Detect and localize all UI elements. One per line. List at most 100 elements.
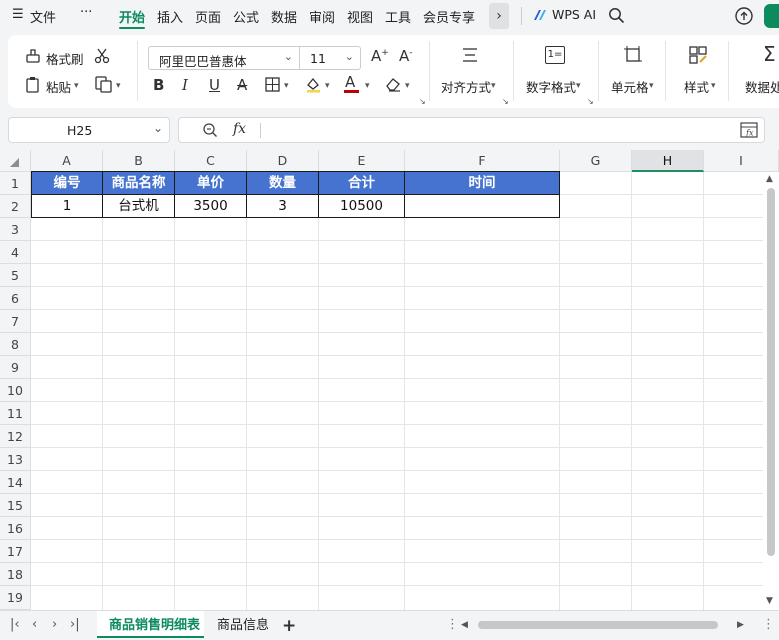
row-header[interactable]: 15 bbox=[0, 494, 31, 517]
data-cell-quantity[interactable]: 3 bbox=[247, 195, 319, 218]
row-header[interactable]: 13 bbox=[0, 448, 31, 471]
eraser-dropdown-icon[interactable]: ▾ bbox=[405, 81, 410, 91]
menu-file[interactable]: 文件 bbox=[30, 7, 56, 26]
paste-button[interactable]: 粘贴 bbox=[46, 77, 71, 96]
font-color-button[interactable]: A bbox=[345, 75, 355, 90]
chevron-down-icon[interactable]: ▾ bbox=[649, 81, 654, 91]
tab-page[interactable]: 页面 bbox=[195, 7, 221, 26]
select-all-corner[interactable] bbox=[0, 150, 31, 172]
header-cell-unit-price[interactable]: 单价 bbox=[175, 172, 247, 195]
split-handle-icon[interactable]: ⋮ bbox=[762, 617, 775, 632]
format-painter-button[interactable]: 格式刷 bbox=[46, 49, 84, 68]
tab-review[interactable]: 审阅 bbox=[309, 7, 335, 26]
number-format-button[interactable]: 数字格式 bbox=[526, 77, 576, 96]
hamburger-icon[interactable]: ☰ bbox=[12, 7, 24, 22]
cell-button[interactable]: 单元格 bbox=[611, 77, 649, 96]
scroll-down-icon[interactable]: ▼ bbox=[766, 596, 773, 606]
strikethrough-button[interactable]: A bbox=[237, 78, 247, 93]
font-color-dropdown-icon[interactable]: ▾ bbox=[365, 81, 370, 91]
column-header-i[interactable]: I bbox=[704, 150, 779, 172]
wps-ai-button[interactable]: WPS AI bbox=[552, 7, 596, 22]
add-sheet-button[interactable]: + bbox=[282, 614, 296, 638]
first-sheet-icon[interactable]: |‹ bbox=[10, 617, 20, 632]
tab-data[interactable]: 数据 bbox=[271, 7, 297, 26]
increase-font-icon[interactable]: A+ bbox=[371, 49, 389, 64]
decrease-font-icon[interactable]: A- bbox=[399, 49, 413, 64]
share-button[interactable] bbox=[764, 4, 779, 28]
data-cell-product-name[interactable]: 台式机 bbox=[103, 195, 175, 218]
column-header-a[interactable]: A bbox=[31, 150, 103, 172]
row-header[interactable]: 19 bbox=[0, 586, 31, 610]
search-icon[interactable] bbox=[608, 7, 625, 28]
data-cell-unit-price[interactable]: 3500 bbox=[175, 195, 247, 218]
fill-color-icon[interactable] bbox=[305, 76, 322, 96]
align-button[interactable]: 对齐方式 bbox=[441, 77, 491, 96]
more-menu[interactable]: ··· bbox=[80, 5, 92, 20]
vertical-scrollbar[interactable]: ▲ ▼ bbox=[763, 172, 779, 610]
cut-icon[interactable] bbox=[93, 47, 111, 68]
eraser-icon[interactable] bbox=[385, 76, 402, 95]
font-dialog-launcher-icon[interactable]: ↘ bbox=[419, 97, 426, 106]
worksheet-grid[interactable] bbox=[0, 150, 779, 610]
style-button[interactable]: 样式 bbox=[684, 77, 709, 96]
row-header[interactable]: 16 bbox=[0, 517, 31, 540]
tab-insert[interactable]: 插入 bbox=[157, 7, 183, 26]
chevron-down-icon[interactable]: ▾ bbox=[711, 81, 716, 91]
column-header-f[interactable]: F bbox=[405, 150, 560, 172]
row-header[interactable]: 11 bbox=[0, 402, 31, 425]
header-cell-product-name[interactable]: 商品名称 bbox=[103, 172, 175, 195]
last-sheet-icon[interactable]: ›| bbox=[70, 617, 80, 632]
align-dialog-launcher-icon[interactable]: ↘ bbox=[502, 97, 509, 106]
header-cell-total[interactable]: 合计 bbox=[319, 172, 405, 195]
header-cell-quantity[interactable]: 数量 bbox=[247, 172, 319, 195]
column-header-c[interactable]: C bbox=[175, 150, 247, 172]
row-header[interactable]: 9 bbox=[0, 356, 31, 379]
fx-icon[interactable]: fx bbox=[233, 121, 246, 137]
row-header[interactable]: 7 bbox=[0, 310, 31, 333]
row-header[interactable]: 14 bbox=[0, 471, 31, 494]
row-header[interactable]: 3 bbox=[0, 218, 31, 241]
border-icon[interactable] bbox=[265, 77, 280, 95]
zoom-search-icon[interactable] bbox=[202, 122, 218, 142]
horizontal-scroll-thumb[interactable] bbox=[478, 621, 718, 629]
row-header[interactable]: 18 bbox=[0, 563, 31, 586]
font-size-select[interactable]: 11 ⌄ bbox=[299, 46, 361, 70]
tab-member[interactable]: 会员专享 bbox=[423, 7, 475, 26]
number-dialog-launcher-icon[interactable]: ↘ bbox=[587, 97, 594, 106]
cloud-upload-icon[interactable] bbox=[734, 6, 754, 30]
tab-view[interactable]: 视图 bbox=[347, 7, 373, 26]
underline-button[interactable]: U bbox=[209, 78, 220, 93]
hscroll-left-icon[interactable]: ◀ bbox=[461, 620, 468, 630]
tab-tools[interactable]: 工具 bbox=[385, 7, 411, 26]
fill-dropdown-icon[interactable]: ▾ bbox=[325, 81, 330, 91]
name-box[interactable]: H25 ⌄ bbox=[8, 117, 170, 143]
copy-icon[interactable] bbox=[95, 76, 113, 96]
paste-dropdown-icon[interactable]: ▾ bbox=[74, 81, 79, 91]
row-header[interactable]: 1 bbox=[0, 172, 31, 195]
chevron-down-icon[interactable]: ▾ bbox=[491, 81, 496, 91]
column-header-g[interactable]: G bbox=[560, 150, 632, 172]
data-cell-total[interactable]: 10500 bbox=[319, 195, 405, 218]
menu-scroll-right-icon[interactable]: › bbox=[489, 3, 509, 29]
row-header[interactable]: 17 bbox=[0, 540, 31, 563]
row-header[interactable]: 6 bbox=[0, 287, 31, 310]
column-header-e[interactable]: E bbox=[319, 150, 405, 172]
expand-formula-icon[interactable]: fx bbox=[740, 122, 758, 142]
vertical-scroll-thumb[interactable] bbox=[767, 188, 775, 556]
data-processing-button[interactable]: 数据处 bbox=[745, 77, 779, 96]
header-cell-id[interactable]: 编号 bbox=[31, 172, 103, 195]
chevron-down-icon[interactable]: ▾ bbox=[576, 81, 581, 91]
tab-home[interactable]: 开始 bbox=[119, 7, 145, 26]
header-cell-time[interactable]: 时间 bbox=[405, 172, 560, 195]
bold-button[interactable]: B bbox=[153, 78, 164, 93]
chevron-down-icon[interactable]: ⌄ bbox=[153, 121, 163, 135]
column-header-h[interactable]: H bbox=[632, 150, 704, 172]
border-dropdown-icon[interactable]: ▾ bbox=[284, 81, 289, 91]
sheet-tab-sales-detail[interactable]: 商品销售明细表 bbox=[109, 614, 200, 638]
font-name-select[interactable]: 阿里巴巴普惠体 ⌄ bbox=[148, 46, 300, 70]
row-header[interactable]: 5 bbox=[0, 264, 31, 287]
data-cell-id[interactable]: 1 bbox=[31, 195, 103, 218]
column-header-b[interactable]: B bbox=[103, 150, 175, 172]
tab-formula[interactable]: 公式 bbox=[233, 7, 259, 26]
row-header[interactable]: 2 bbox=[0, 195, 31, 218]
